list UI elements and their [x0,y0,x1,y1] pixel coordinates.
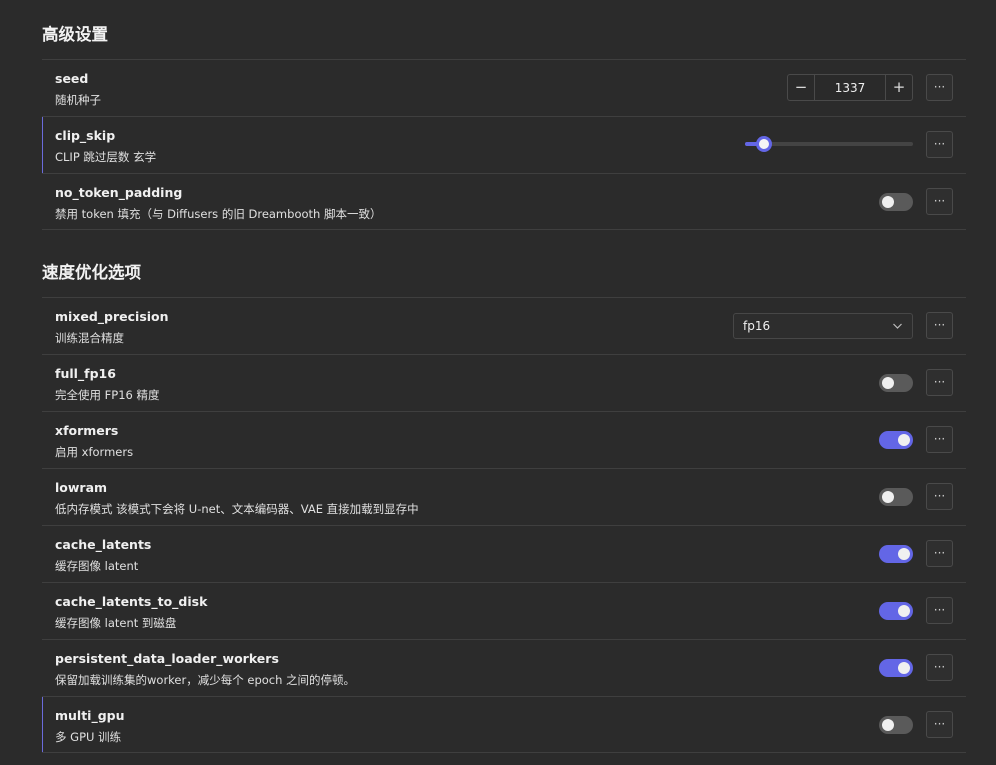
toggle-knob [898,662,910,674]
setting-row-no-token-padding: no_token_padding 禁用 token 填充（与 Diffusers… [42,173,966,230]
setting-row-clip-skip: clip_skip CLIP 跳过层数 玄学 ··· [42,116,966,173]
setting-row-xformers: xformers 启用 xformers ··· [42,411,966,468]
settings-page: 高级设置 seed 随机种子 − + ··· clip_skip CLIP 跳过… [0,0,996,765]
setting-row-cache-latents-to-disk: cache_latents_to_disk 缓存图像 latent 到磁盘 ··… [42,582,966,639]
toggle-knob [882,491,894,503]
cache-latents-toggle[interactable] [879,545,913,563]
setting-row-mixed-precision: mixed_precision 训练混合精度 fp16 ··· [42,297,966,354]
setting-row-cache-latents: cache_latents 缓存图像 latent ··· [42,525,966,582]
setting-description: 禁用 token 填充（与 Diffusers 的旧 Dreambooth 脚本… [55,207,382,221]
mixed-precision-select[interactable]: fp16 [733,313,913,339]
seed-input[interactable] [815,75,885,100]
more-options-button[interactable]: ··· [926,369,953,396]
more-options-button[interactable]: ··· [926,312,953,339]
speed-options-group: mixed_precision 训练混合精度 fp16 ··· full_fp1… [42,297,966,753]
clip-skip-slider[interactable] [745,136,913,152]
xformers-toggle[interactable] [879,431,913,449]
setting-description: 低内存模式 该模式下会将 U-net、文本编码器、VAE 直接加载到显存中 [55,502,419,516]
setting-description: 训练混合精度 [55,331,124,345]
setting-description: 缓存图像 latent 到磁盘 [55,616,177,630]
toggle-knob [882,196,894,208]
multi-gpu-toggle[interactable] [879,716,913,734]
toggle-knob [898,605,910,617]
section-title-advanced: 高级设置 [42,25,108,44]
seed-stepper: − + [787,74,913,101]
chevron-down-icon [892,318,903,337]
setting-description: 随机种子 [55,93,101,107]
more-options-button[interactable]: ··· [926,188,953,215]
setting-description: CLIP 跳过层数 玄学 [55,150,157,164]
more-options-button[interactable]: ··· [926,711,953,738]
lowram-toggle[interactable] [879,488,913,506]
toggle-knob [882,719,894,731]
setting-name: seed [55,71,89,86]
setting-name: cache_latents [55,537,152,552]
more-options-button[interactable]: ··· [926,540,953,567]
section-title-speed: 速度优化选项 [42,263,141,282]
toggle-knob [882,377,894,389]
setting-row-full-fp16: full_fp16 完全使用 FP16 精度 ··· [42,354,966,411]
more-options-button[interactable]: ··· [926,654,953,681]
more-options-button[interactable]: ··· [926,131,953,158]
setting-row-seed: seed 随机种子 − + ··· [42,59,966,116]
setting-description: 多 GPU 训练 [55,730,122,744]
setting-name: lowram [55,480,108,495]
increment-button[interactable]: + [885,75,912,100]
setting-description: 缓存图像 latent [55,559,139,573]
advanced-settings-group: seed 随机种子 − + ··· clip_skip CLIP 跳过层数 玄学… [42,59,966,230]
setting-name: cache_latents_to_disk [55,594,208,609]
full-fp16-toggle[interactable] [879,374,913,392]
slider-thumb[interactable] [756,136,772,152]
setting-row-lowram: lowram 低内存模式 该模式下会将 U-net、文本编码器、VAE 直接加载… [42,468,966,525]
more-options-button[interactable]: ··· [926,597,953,624]
setting-name: persistent_data_loader_workers [55,651,279,666]
more-options-button[interactable]: ··· [926,74,953,101]
setting-row-multi-gpu: multi_gpu 多 GPU 训练 ··· [42,696,966,753]
persistent-workers-toggle[interactable] [879,659,913,677]
setting-name: clip_skip [55,128,116,143]
setting-name: multi_gpu [55,708,125,723]
setting-name: mixed_precision [55,309,169,324]
setting-name: xformers [55,423,119,438]
more-options-button[interactable]: ··· [926,483,953,510]
setting-description: 完全使用 FP16 精度 [55,388,160,402]
setting-name: full_fp16 [55,366,116,381]
toggle-knob [898,434,910,446]
select-value: fp16 [743,319,771,333]
more-options-button[interactable]: ··· [926,426,953,453]
decrement-button[interactable]: − [788,75,815,100]
toggle-knob [898,548,910,560]
setting-name: no_token_padding [55,185,183,200]
setting-row-persistent-data-loader-workers: persistent_data_loader_workers 保留加载训练集的w… [42,639,966,696]
setting-description: 保留加载训练集的worker，减少每个 epoch 之间的停顿。 [55,673,356,687]
setting-description: 启用 xformers [55,445,134,459]
cache-latents-to-disk-toggle[interactable] [879,602,913,620]
no-token-padding-toggle[interactable] [879,193,913,211]
